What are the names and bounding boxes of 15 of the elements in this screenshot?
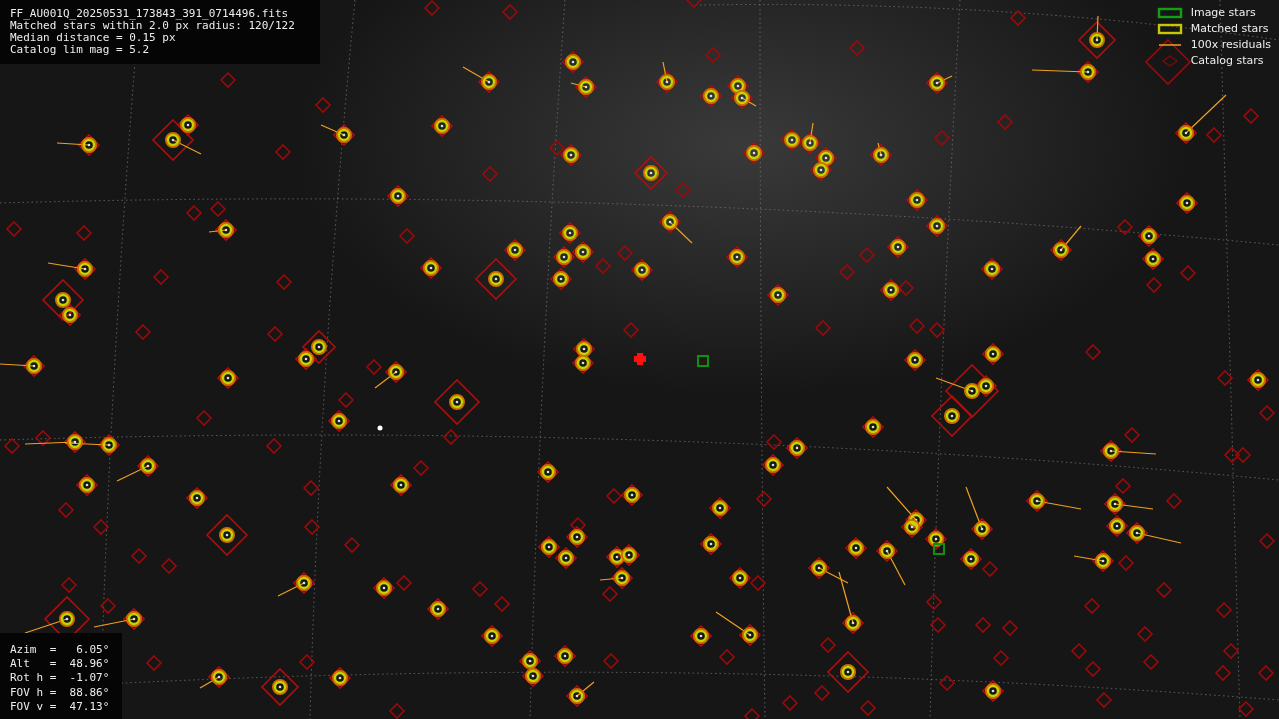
legend-label: 100x residuals <box>1190 38 1271 52</box>
info-line: Catalog lim mag = 5.2 <box>10 44 151 57</box>
info-line: Median distance = 0.15 px <box>10 32 177 45</box>
pointing-readout: FOV v = 47.13° <box>10 699 111 713</box>
info-line: FF_AU001Q_20250531_173843_391_0714496.fits <box>10 8 290 20</box>
legend-label: Matched stars <box>1190 22 1270 36</box>
box-icon <box>1156 23 1183 35</box>
info-line: Matched stars within 2.0 px radius: 120/122 <box>10 20 296 33</box>
pointing-readout: Rot h = -1.07° <box>10 671 111 685</box>
pointing-readout: Alt = 48.96° <box>10 657 111 671</box>
box-icon <box>1156 7 1183 19</box>
pointing-readout: Azim = 6.05° <box>10 643 111 657</box>
pointing-readout: FOV h = 88.86° <box>10 685 111 699</box>
legend-label: Catalog stars <box>1190 54 1265 68</box>
legend-label: Image stars <box>1190 6 1257 20</box>
